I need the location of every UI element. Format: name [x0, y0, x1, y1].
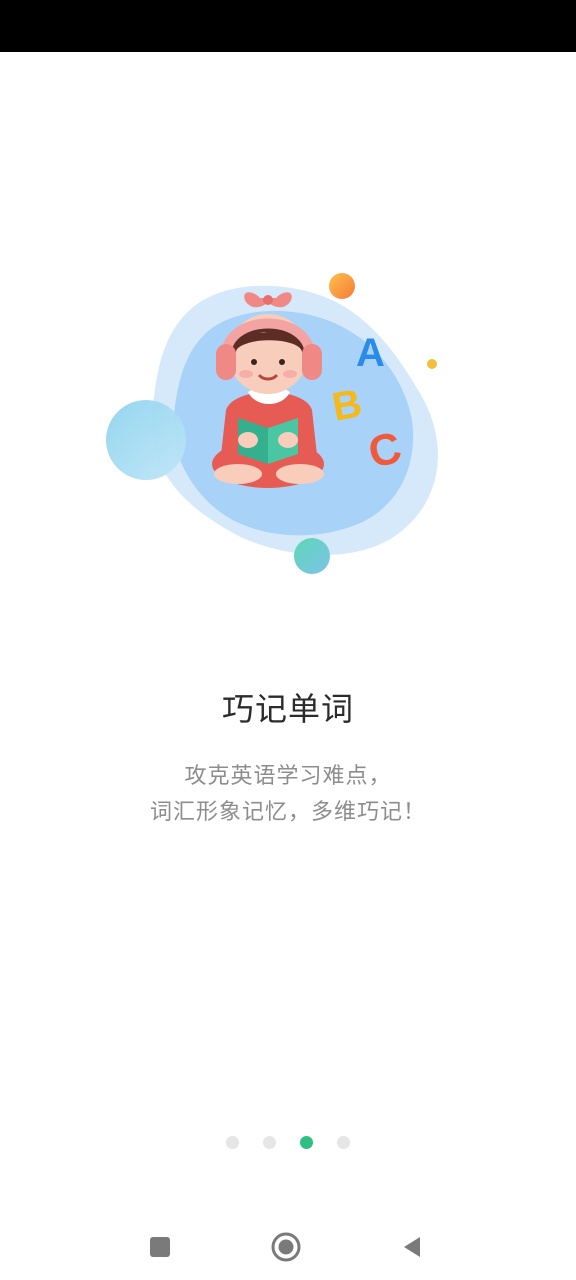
description-line-1: 攻克英语学习难点，	[184, 764, 392, 789]
left-bubble	[106, 400, 186, 480]
description-line-2: 词汇形象记忆，多维巧记！	[149, 800, 426, 825]
page-dot-2	[263, 1136, 276, 1149]
page-dot-3-active	[300, 1136, 313, 1149]
page-indicator	[0, 1136, 576, 1150]
circle-home-icon	[271, 1232, 301, 1262]
letter-a: A	[356, 331, 385, 375]
page-title: 巧记单词	[221, 690, 354, 728]
girl-reading-abc-illustration: A B C	[106, 273, 438, 574]
small-yellow-dot	[427, 359, 437, 369]
status-bar	[0, 0, 576, 52]
home-button[interactable]	[268, 1229, 304, 1265]
green-bubble	[294, 538, 330, 574]
triangle-back-icon	[404, 1237, 420, 1257]
recents-button[interactable]	[142, 1229, 178, 1265]
system-navigation-bar	[0, 1215, 576, 1280]
square-icon	[150, 1237, 170, 1257]
orange-bubble	[329, 273, 355, 299]
back-button[interactable]	[394, 1229, 430, 1265]
page-dot-4	[337, 1136, 350, 1149]
page-dot-1	[226, 1136, 239, 1149]
